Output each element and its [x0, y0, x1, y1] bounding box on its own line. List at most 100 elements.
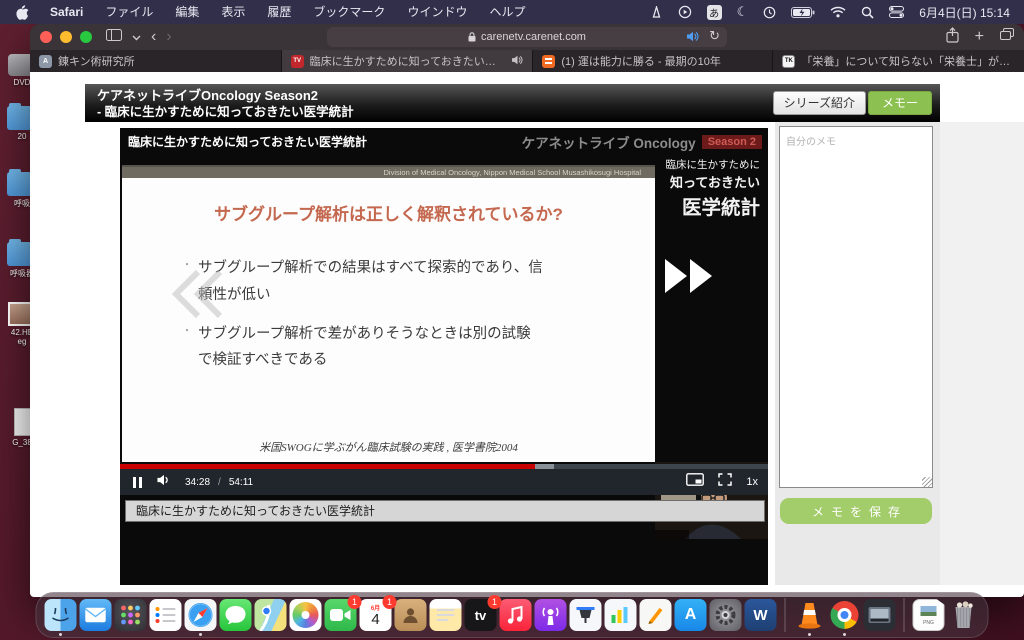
dock-pages-icon[interactable] — [640, 599, 672, 631]
dock-apple-tv-icon[interactable]: tv 1 — [465, 599, 497, 631]
do-not-disturb-icon[interactable]: ☾ — [737, 4, 749, 20]
fast-forward-icon — [663, 257, 715, 300]
tab-audio-icon[interactable] — [687, 31, 699, 45]
player-side-panel: 臨床に生かすために 知っておきたい 医学統計 — [655, 155, 768, 462]
running-indicator — [199, 633, 202, 636]
dock-podcasts-icon[interactable] — [535, 599, 567, 631]
page-header: ケアネットライブOncology Season2 - 臨床に生かすために知ってお… — [85, 84, 940, 122]
side-title-line2: 知っておきたい — [655, 172, 760, 191]
reload-icon[interactable]: ↻ — [709, 28, 720, 44]
player-top-bar: 臨床に生かすために知っておきたい医学統計 ケアネットライブ Oncology S… — [120, 128, 768, 155]
dock-calendar-icon[interactable]: 6月 4 1 — [360, 599, 392, 631]
volume-icon[interactable] — [157, 473, 171, 491]
chevron-down-icon[interactable] — [132, 28, 141, 46]
fullscreen-button[interactable] — [718, 473, 732, 491]
menu-item-view[interactable]: 表示 — [210, 0, 256, 24]
resize-handle[interactable] — [922, 477, 932, 487]
menu-item-safari[interactable]: Safari — [39, 0, 94, 24]
tab-3[interactable]: (1) 運は能力に勝る - 最期の10年 — [533, 50, 773, 72]
minimize-window-button[interactable] — [60, 31, 72, 43]
tab-audio-playing-icon[interactable] — [512, 55, 523, 68]
play-circle-icon[interactable] — [678, 4, 692, 20]
dock-png-file-icon[interactable]: PNG — [913, 599, 945, 631]
rewind-overlay-icon — [166, 267, 228, 326]
battery-charging-icon[interactable] — [791, 4, 815, 20]
dock-messages-icon[interactable] — [220, 599, 252, 631]
dock-chrome-icon[interactable] — [829, 599, 861, 631]
menu-item-bookmarks[interactable]: ブックマーク — [302, 0, 396, 24]
wifi-icon[interactable] — [830, 4, 846, 20]
season-badge: Season 2 — [702, 135, 762, 149]
time-separator: / — [218, 477, 221, 488]
dock-system-settings-icon[interactable] — [710, 599, 742, 631]
dock-trash-icon[interactable] — [948, 599, 980, 631]
dock-reminders-icon[interactable] — [150, 599, 182, 631]
menu-item-window[interactable]: ウインドウ — [396, 0, 478, 24]
notification-badge: 1 — [348, 595, 362, 609]
dock-mail-icon[interactable] — [80, 599, 112, 631]
memo-button[interactable]: メモー — [868, 91, 932, 115]
tab-1-favicon: A — [39, 55, 52, 68]
dock-media-player-icon[interactable] — [864, 599, 896, 631]
forward-button[interactable]: › — [166, 28, 171, 46]
tab-2-active[interactable]: TV 臨床に生かすために知っておきたい医学統計|ケアネットライブO... — [282, 50, 534, 72]
save-memo-button[interactable]: メモを保存 — [780, 498, 932, 524]
playback-rate-button[interactable]: 1x — [746, 476, 758, 488]
sidebar-toggle-icon[interactable] — [106, 28, 122, 46]
dock-keynote-icon[interactable] — [570, 599, 602, 631]
close-window-button[interactable] — [40, 31, 52, 43]
series-intro-button[interactable]: シリーズ紹介 — [773, 91, 866, 115]
menu-item-file[interactable]: ファイル — [94, 0, 164, 24]
dock-safari-icon[interactable] — [185, 599, 217, 631]
tab-overview-icon[interactable] — [1000, 28, 1014, 46]
pause-button[interactable] — [133, 477, 142, 488]
memo-sidebar: メモを保存 — [775, 122, 940, 585]
slide-bullet-2: サブグループ解析で差がありそうなときは別の試験で検証すべきである — [198, 321, 543, 375]
control-center-icon[interactable] — [889, 4, 904, 20]
tab-label: (1) 運は能力に勝る - 最期の10年 — [561, 53, 763, 69]
slide-affiliation: Division of Medical Oncology, Nippon Med… — [122, 165, 655, 178]
dock-maps-icon[interactable] — [255, 599, 287, 631]
duration: 54:11 — [229, 477, 253, 488]
dock-word-icon[interactable]: W — [745, 599, 777, 631]
dock-finder-icon[interactable] — [45, 599, 77, 631]
zoom-window-button[interactable] — [80, 31, 92, 43]
picture-in-picture-button[interactable] — [686, 473, 704, 491]
menu-item-help[interactable]: ヘルプ — [478, 0, 536, 24]
share-icon[interactable] — [946, 27, 959, 48]
dock-photos-icon[interactable] — [290, 599, 322, 631]
dock-notes-icon[interactable] — [430, 599, 462, 631]
menu-item-edit[interactable]: 編集 — [164, 0, 210, 24]
running-indicator — [808, 633, 811, 636]
dock-vlc-icon[interactable] — [794, 599, 826, 631]
dock-launchpad-icon[interactable] — [115, 599, 147, 631]
memo-textarea[interactable] — [779, 126, 933, 488]
address-bar[interactable]: carenetv.carenet.com ↻ — [327, 27, 727, 47]
tab-label: 錬キン術研究所 — [58, 53, 272, 69]
tab-4[interactable]: TK 「栄養」について知らない「栄養士」が多すぎる 残念な栄養士が信… — [773, 50, 1024, 72]
dock-facetime-icon[interactable]: 1 — [325, 599, 357, 631]
menu-item-history[interactable]: 履歴 — [256, 0, 302, 24]
vlc-menu-icon[interactable] — [650, 4, 663, 20]
dock-numbers-icon[interactable] — [605, 599, 637, 631]
spotlight-search-icon[interactable] — [861, 4, 874, 20]
new-tab-button[interactable]: + — [975, 28, 984, 46]
apple-logo-icon[interactable] — [0, 5, 39, 20]
chapter-caption-bar[interactable]: 臨床に生かすために知っておきたい医学統計 — [125, 500, 765, 522]
japanese-input-icon[interactable]: あ — [707, 5, 722, 20]
slide-bullet-1: サブグループ解析での結果はすべて探索的であり、信頼性が低い — [198, 255, 543, 309]
tab-1[interactable]: A 錬キン術研究所 — [30, 50, 282, 72]
menu-datetime[interactable]: 6月4日(日) 15:14 — [919, 4, 1010, 21]
tab-4-favicon: TK — [782, 55, 795, 68]
dock-separator — [904, 598, 905, 632]
tab-bar: A 錬キン術研究所 TV 臨床に生かすために知っておきたい医学統計|ケアネットラ… — [30, 50, 1024, 72]
dock-contacts-icon[interactable] — [395, 599, 427, 631]
side-title-line3: 医学統計 — [655, 191, 760, 220]
dock-app-store-icon[interactable]: A — [675, 599, 707, 631]
screen-time-icon[interactable] — [763, 4, 776, 20]
current-time: 34:28 — [185, 477, 210, 488]
video-player[interactable]: 臨床に生かすために知っておきたい医学統計 ケアネットライブ Oncology S… — [120, 128, 768, 585]
back-button[interactable]: ‹ — [151, 28, 156, 46]
notification-badge: 1 — [488, 595, 502, 609]
dock-music-icon[interactable] — [500, 599, 532, 631]
